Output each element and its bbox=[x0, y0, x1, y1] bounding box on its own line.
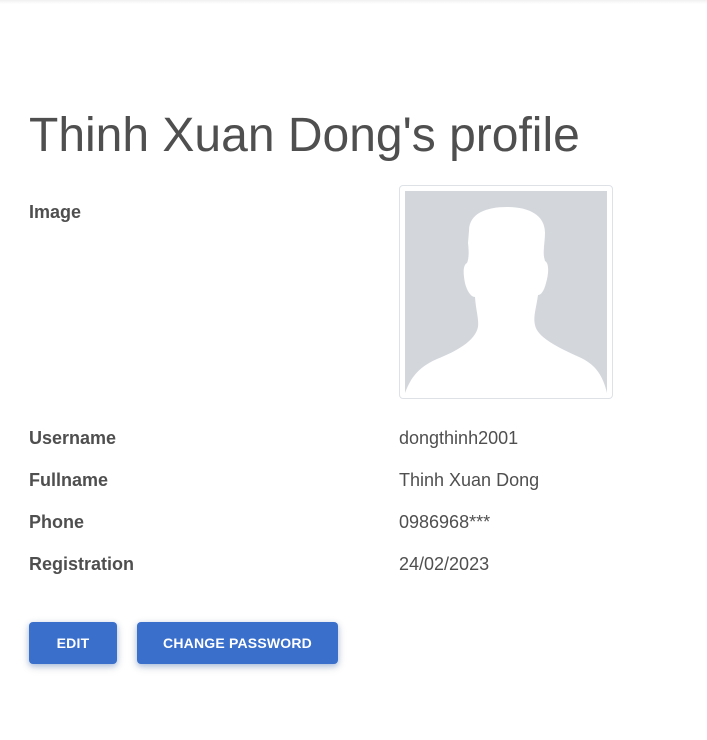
phone-label: Phone bbox=[29, 512, 85, 532]
fullname-value: Thinh Xuan Dong bbox=[399, 470, 540, 490]
avatar bbox=[399, 185, 613, 399]
registration-value: 24/02/2023 bbox=[399, 554, 490, 574]
default-user-silhouette-icon bbox=[405, 191, 607, 393]
header-shadow bbox=[0, 0, 707, 4]
username-value: dongthinh2001 bbox=[399, 428, 519, 448]
username-label: Username bbox=[29, 428, 117, 448]
change-password-button[interactable]: CHANGE PASSWORD bbox=[137, 622, 338, 664]
registration-label: Registration bbox=[29, 554, 135, 574]
fullname-label: Fullname bbox=[29, 470, 109, 490]
edit-button[interactable]: EDIT bbox=[29, 622, 117, 664]
image-label: Image bbox=[29, 202, 82, 222]
page-title: Thinh Xuan Dong's profile bbox=[29, 109, 580, 162]
phone-value: 0986968*** bbox=[399, 512, 491, 532]
